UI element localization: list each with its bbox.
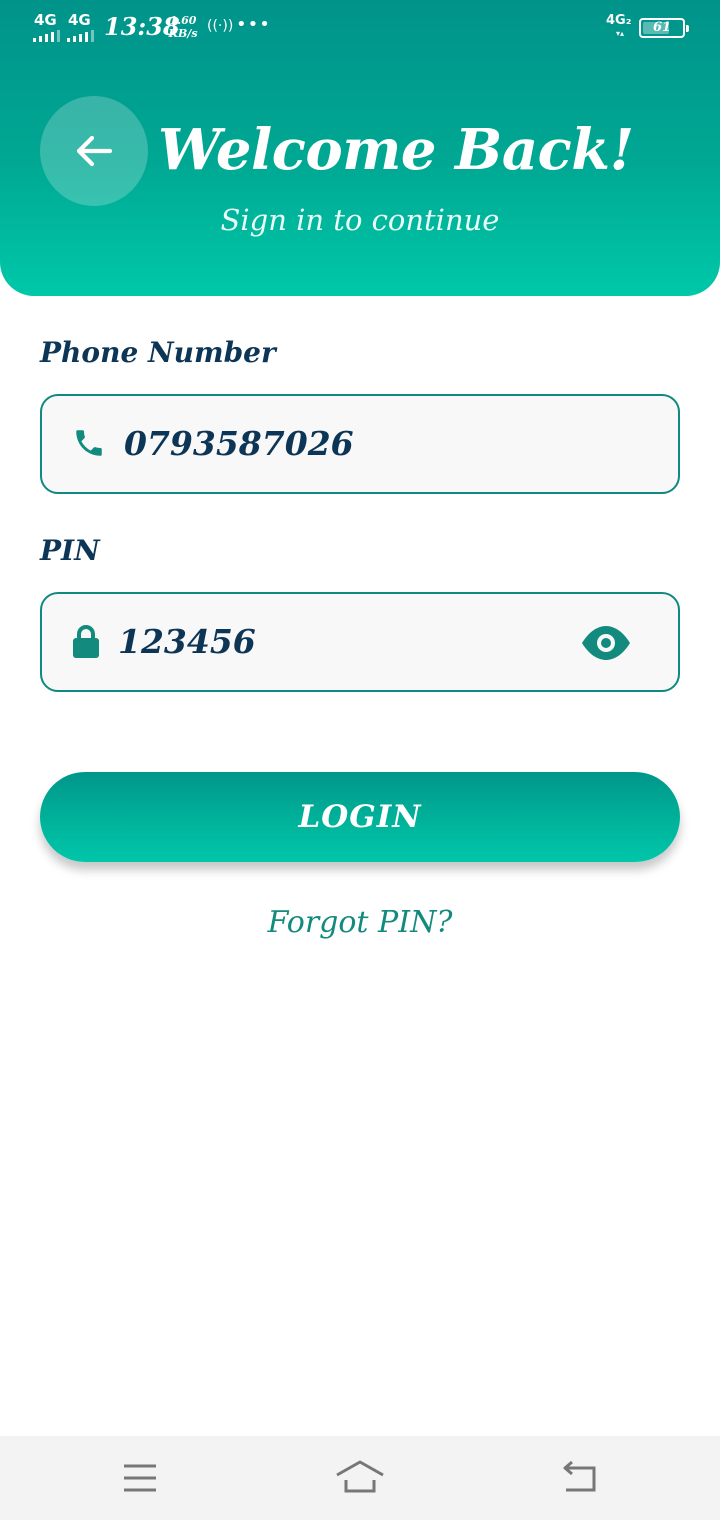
lock-icon [73, 625, 99, 658]
phone-icon [76, 430, 102, 456]
back-button[interactable] [40, 96, 148, 206]
pin-field[interactable]: 123456 [40, 592, 680, 692]
network-type-right: 4G₂ [606, 13, 632, 28]
phone-number-field[interactable]: 0793587026 [40, 394, 680, 494]
signal-2-icon: 4G [66, 12, 96, 42]
pin-input[interactable]: 123456 [118, 620, 558, 664]
battery-icon: 61 [639, 18, 689, 38]
arrow-left-icon [76, 135, 113, 167]
phone-number-label: Phone Number [40, 336, 276, 369]
page-title: Welcome Back! [158, 117, 634, 183]
home-icon[interactable] [332, 1456, 388, 1500]
network-type-1: 4G [34, 11, 57, 29]
network-speed-value: 1.60 [169, 14, 197, 27]
signal-1-icon: 4G [32, 12, 62, 42]
system-nav-bar [0, 1436, 720, 1520]
more-notifications-icon: ••• [236, 14, 271, 35]
battery-level: 61 [652, 20, 672, 35]
status-bar: 4G 4G 13:38 1.60 KB/s ((·)) ••• 4G₂ ▾▴ 6… [0, 0, 720, 58]
network-type-2: 4G [68, 11, 91, 29]
login-button[interactable]: LOGIN [40, 772, 680, 862]
network-speed-unit: KB/s [168, 27, 198, 40]
forgot-pin-link[interactable]: Forgot PIN? [0, 902, 720, 944]
signal-right-icon: 4G₂ ▾▴ [606, 13, 632, 38]
menu-icon[interactable] [112, 1456, 168, 1500]
header-banner: 4G 4G 13:38 1.60 KB/s ((·)) ••• 4G₂ ▾▴ 6… [0, 0, 720, 296]
eye-icon[interactable] [580, 624, 632, 662]
hotspot-icon: ((·)) [207, 18, 234, 34]
pin-label: PIN [40, 534, 100, 567]
back-icon[interactable] [552, 1456, 608, 1500]
phone-number-input[interactable]: 0793587026 [124, 422, 624, 466]
page-subtitle: Sign in to continue [220, 203, 500, 237]
network-speed: 1.60 KB/s [168, 14, 198, 40]
